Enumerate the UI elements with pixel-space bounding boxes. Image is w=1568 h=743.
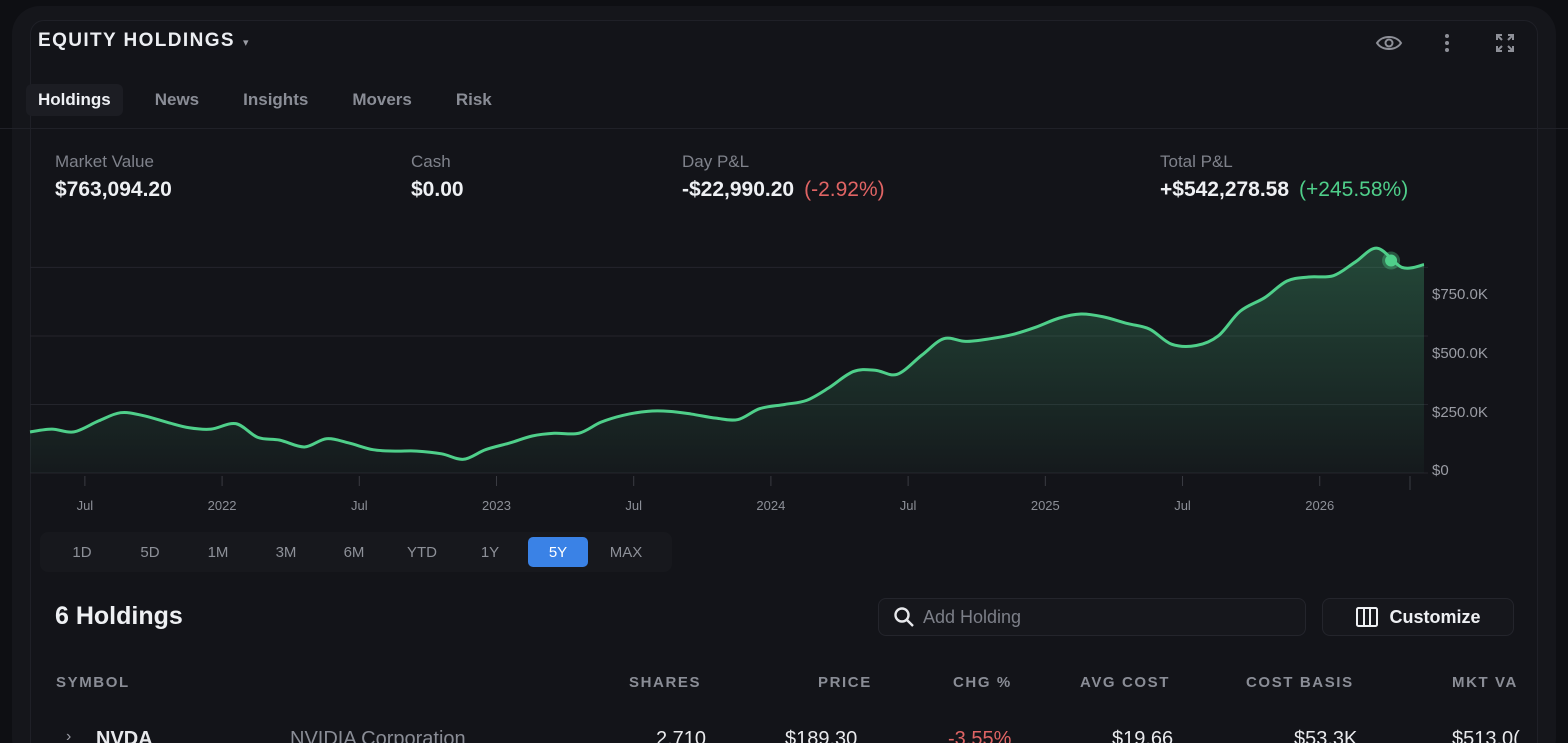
chart-marker (1385, 254, 1398, 267)
col-header-price[interactable]: PRICE (818, 674, 872, 691)
x-tick-label: Jul (1174, 498, 1191, 513)
x-tick-label: 2023 (482, 498, 511, 513)
columns-icon (1355, 606, 1379, 628)
row-mkt-value: $513.0( (1452, 728, 1520, 743)
col-header-cost-basis[interactable]: COST BASIS (1246, 674, 1354, 691)
x-tick-label: 2026 (1305, 498, 1335, 513)
row-shares: 2,710 (656, 728, 707, 743)
col-header-mkt-value[interactable]: MKT VA (1452, 674, 1518, 691)
x-tick-label: 2022 (207, 498, 237, 513)
range-max[interactable]: MAX (596, 537, 656, 567)
col-header-chg[interactable]: CHG % (953, 674, 1012, 691)
col-header-avg-cost[interactable]: AVG COST (1080, 674, 1170, 691)
x-tick-label: Jul (625, 498, 642, 513)
x-tick-label: Jul (76, 498, 94, 513)
row-name: NVIDIA Corporation (290, 728, 466, 743)
range-5d[interactable]: 5D (120, 537, 180, 567)
x-tick-label: Jul (899, 498, 917, 513)
row-cost-basis: $53.3K (1294, 728, 1358, 743)
range-6m[interactable]: 6M (324, 537, 384, 567)
x-tick-label: Jul (350, 498, 368, 513)
y-tick-label: $0 (1432, 462, 1449, 479)
col-header-symbol[interactable]: SYMBOL (56, 674, 130, 691)
range-5y[interactable]: 5Y (528, 537, 588, 567)
expand-row-icon[interactable]: › (66, 728, 71, 743)
range-ytd[interactable]: YTD (392, 537, 452, 567)
range-3m[interactable]: 3M (256, 537, 316, 567)
row-price: $189.30 (785, 728, 858, 743)
row-avg-cost: $19.66 (1112, 728, 1174, 743)
add-holding-input[interactable] (923, 606, 1283, 628)
add-holding-search[interactable] (878, 598, 1306, 636)
range-1m[interactable]: 1M (188, 537, 248, 567)
range-1d[interactable]: 1D (52, 537, 112, 567)
y-tick-label: $500.0K (1432, 345, 1488, 362)
holdings-count: 6 Holdings (55, 602, 183, 630)
search-icon (893, 606, 915, 628)
time-range-selector: 1D 5D 1M 3M 6M YTD 1Y 5Y MAX (40, 532, 672, 572)
chart-area-fill (30, 248, 1424, 473)
customize-label: Customize (1389, 606, 1481, 627)
col-header-shares[interactable]: SHARES (629, 674, 701, 691)
x-tick-label: 2024 (756, 498, 786, 513)
row-chg: -3.55% (948, 728, 1012, 743)
customize-button[interactable]: Customize (1322, 598, 1514, 636)
y-tick-label: $750.0K (1432, 286, 1488, 303)
y-tick-label: $250.0K (1432, 404, 1488, 421)
range-1y[interactable]: 1Y (460, 537, 520, 567)
x-tick-label: 2025 (1030, 498, 1060, 513)
row-symbol: NVDA (96, 728, 153, 743)
